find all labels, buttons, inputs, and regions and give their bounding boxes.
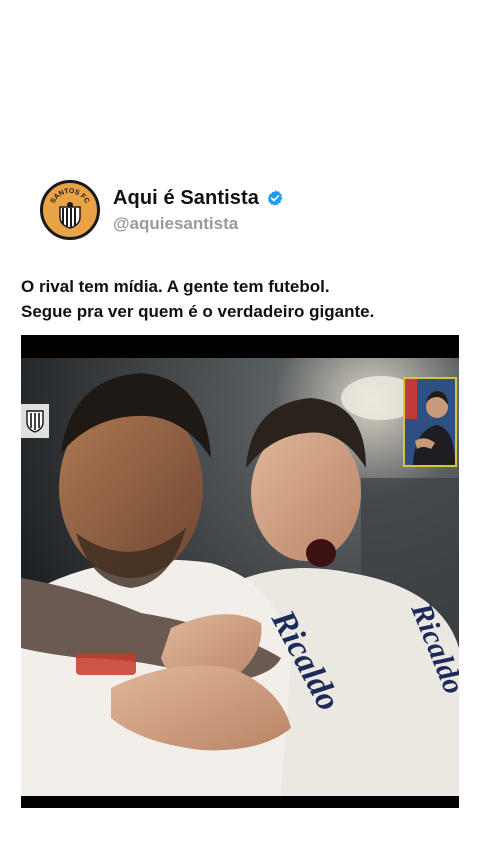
video-still-image: Ricaldo Ricaldo [21, 358, 459, 796]
commentator-inset [403, 377, 457, 467]
post-screenshot: SANTOS FC Aqui é Santista @aquiesantista… [0, 0, 480, 854]
commentator-image [405, 379, 455, 465]
handle[interactable]: @aquiesantista [113, 214, 284, 234]
name-row: Aqui é Santista [113, 187, 284, 210]
verified-badge-icon [266, 189, 284, 207]
video-frame: Ricaldo Ricaldo [21, 358, 459, 796]
club-badge-icon [21, 404, 49, 438]
post-caption: O rival tem mídia. A gente tem futebol. … [21, 274, 461, 324]
post-header: SANTOS FC Aqui é Santista @aquiesantista [40, 180, 284, 240]
avatar[interactable]: SANTOS FC [40, 180, 100, 240]
display-name[interactable]: Aqui é Santista [113, 187, 259, 210]
caption-line-2: Segue pra ver quem é o verdadeiro gigant… [21, 302, 375, 321]
santos-crest-icon: SANTOS FC [44, 184, 96, 236]
caption-line-1: O rival tem mídia. A gente tem futebol. [21, 277, 330, 296]
video-player[interactable]: Ricaldo Ricaldo [21, 335, 459, 808]
profile-names: Aqui é Santista @aquiesantista [113, 187, 284, 234]
